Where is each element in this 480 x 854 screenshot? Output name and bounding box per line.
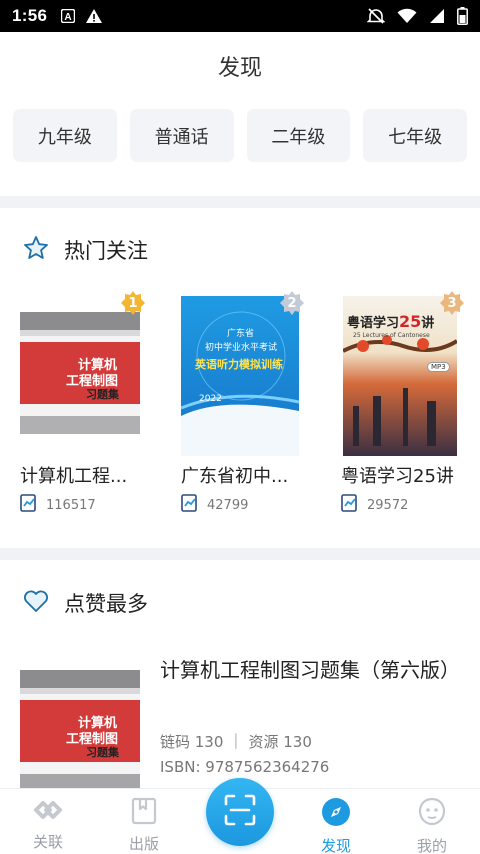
status-time: 1:56 (12, 6, 48, 25)
heart-icon (22, 587, 50, 619)
trend-doc-icon (20, 494, 38, 516)
meta-separator: | (233, 731, 239, 749)
nav-tab-label: 出版 (128, 835, 159, 853)
cover-title-line: 广东省 (227, 329, 255, 339)
tag-chip[interactable]: 九年级 (13, 109, 117, 162)
tag-chip[interactable]: 七年级 (363, 109, 467, 162)
bookmark-book-icon (131, 797, 157, 829)
hot-section-title: 热门关注 (64, 239, 148, 263)
liked-section-header: 点赞最多 (22, 587, 148, 619)
hot-section-header: 热门关注 (22, 234, 148, 266)
liked-book-title[interactable]: 计算机工程制图习题集（第六版） (160, 654, 460, 686)
resource-count: 资源 130 (248, 733, 312, 751)
svg-text:A: A (65, 12, 72, 23)
liked-book-meta: 链码 130 | 资源 130 (160, 731, 312, 752)
nav-tab-link[interactable]: 关联 (0, 789, 96, 854)
book-count: 42799 (207, 497, 249, 513)
book-name: 计算机工程... (20, 466, 128, 487)
section-divider (0, 548, 480, 560)
cover-title: 粤语学习25讲 (347, 312, 434, 331)
rank-badge: 2 (279, 290, 305, 316)
rank-badge: 3 (439, 290, 465, 316)
hot-book-item[interactable]: 计算机 工程制图 习题集 1 计算机工程... 116517 (20, 290, 160, 520)
section-divider (0, 196, 480, 208)
book-stat: 29572 (341, 494, 408, 516)
mp3-badge: MP3 (427, 362, 450, 372)
nav-tab-label: 关联 (32, 833, 63, 851)
cover-title-text: 粤语学习 (347, 316, 400, 331)
book-cover: 计算机 工程制图 习题集 (20, 312, 140, 434)
nav-tab-label: 我的 (416, 837, 447, 854)
liked-section-title: 点赞最多 (64, 592, 148, 616)
link-icon (28, 797, 68, 827)
warning-icon (85, 8, 103, 24)
page-title: 发现 (217, 56, 262, 81)
rank-number: 2 (287, 295, 297, 311)
book-count: 29572 (367, 497, 409, 513)
cover-title-line: 习题集 (86, 388, 119, 401)
scan-icon (224, 794, 256, 830)
cover-title-suffix: 讲 (421, 316, 435, 331)
status-bar: 1:56 A (0, 0, 480, 32)
signal-icon (429, 8, 445, 24)
battery-icon (457, 7, 468, 25)
wifi-icon (397, 8, 417, 24)
rank-badge: 1 (120, 290, 146, 316)
book-stat: 42799 (181, 494, 248, 516)
liked-book-cover[interactable]: 计算机 工程制图 习题集 (20, 670, 140, 790)
profile-face-icon (417, 797, 447, 831)
page-header: 发现 (0, 32, 480, 100)
hot-book-item[interactable]: 粤语学习25讲 25 Lectures of Cantonese MP3 3 粤… (341, 290, 480, 520)
a-square-icon: A (61, 9, 76, 23)
compass-icon (321, 797, 351, 831)
liked-book-isbn: ISBN: 9787562364276 (160, 758, 330, 776)
cover-subtitle: 25 Lectures of Cantonese (353, 332, 430, 339)
chain-count: 链码 130 (160, 733, 224, 751)
cover-year: 2022 (199, 394, 222, 404)
book-stat: 116517 (20, 494, 96, 516)
star-icon (22, 234, 50, 266)
tag-chip[interactable]: 普通话 (129, 109, 234, 162)
book-name: 粤语学习25讲 (341, 466, 454, 487)
cover-title-line: 初中学业水平考试 (205, 343, 278, 353)
nav-tab-publish[interactable]: 出版 (96, 789, 192, 854)
scan-button[interactable] (206, 778, 274, 846)
cover-title-line: 英语听力模拟训练 (195, 358, 283, 371)
trend-doc-icon (181, 494, 199, 516)
nav-tab-label: 发现 (320, 837, 351, 854)
nav-tab-discover[interactable]: 发现 (288, 789, 384, 854)
grade-tags: 九年级 普通话 二年级 七年级 (13, 109, 467, 162)
book-cover: 粤语学习25讲 25 Lectures of Cantonese MP3 (342, 296, 459, 456)
tag-chip[interactable]: 二年级 (246, 109, 351, 162)
rank-number: 3 (447, 295, 457, 311)
alarm-off-icon (367, 7, 385, 25)
book-cover: 广东省 初中学业水平考试 英语听力模拟训练 2022 (180, 296, 300, 456)
book-count: 116517 (46, 497, 96, 513)
book-name: 广东省初中... (181, 466, 289, 487)
nav-tab-mine[interactable]: 我的 (384, 789, 480, 854)
cover-title-num: 25 (399, 312, 422, 331)
hot-book-item[interactable]: 广东省 初中学业水平考试 英语听力模拟训练 2022 2 广东省初中... 42… (180, 290, 321, 520)
trend-doc-icon (341, 494, 359, 516)
cover-title-line: 习题集 (86, 746, 119, 759)
rank-number: 1 (128, 295, 138, 311)
